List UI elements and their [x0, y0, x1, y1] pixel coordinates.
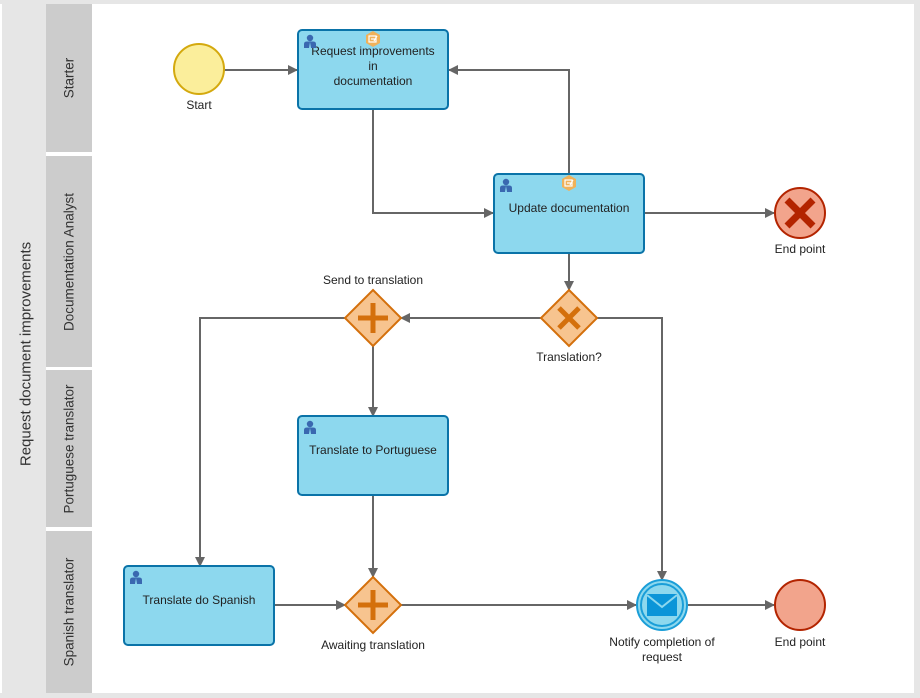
translation-gateway-label: Translation?: [536, 350, 602, 364]
flow-gateway-to-notify[interactable]: [597, 317, 667, 581]
send-gateway-label: Send to translation: [322, 273, 424, 287]
user-icon: [500, 178, 512, 192]
task-label: Update documentation: [508, 201, 630, 215]
user-icon: [304, 34, 316, 48]
end-event-label: End point: [774, 635, 826, 649]
task-label: Translate do Spanish: [142, 593, 256, 607]
task-request-improvements[interactable]: Request improvements in documentation: [297, 29, 449, 110]
notify-event-label: Notify completion of request: [609, 635, 715, 664]
error-end-event[interactable]: [774, 187, 826, 239]
error-end-event-label: End point: [774, 242, 826, 256]
exclusive-gateway-translation[interactable]: [539, 288, 599, 348]
start-event[interactable]: [173, 43, 225, 95]
task-translate-portuguese[interactable]: Translate to Portuguese: [297, 415, 449, 496]
start-event-label: Start: [186, 98, 212, 112]
envelope-icon: [646, 594, 678, 616]
user-icon: [130, 570, 142, 584]
flow-request-to-update[interactable]: [372, 109, 494, 218]
flow-update-to-request[interactable]: [448, 65, 570, 173]
task-translate-spanish[interactable]: Translate do Spanish: [123, 565, 275, 646]
task-label: Translate to Portuguese: [309, 443, 437, 457]
task-label: Request improvements in documentation: [311, 44, 435, 88]
user-icon: [304, 420, 316, 434]
message-throw-event[interactable]: [636, 579, 688, 631]
parallel-gateway-awaiting[interactable]: [343, 575, 403, 635]
end-event[interactable]: [774, 579, 826, 631]
form-icon: [366, 31, 380, 47]
awaiting-gateway-label: Awaiting translation: [321, 638, 425, 652]
parallel-gateway-send[interactable]: [343, 288, 403, 348]
task-update-documentation[interactable]: Update documentation: [493, 173, 645, 254]
bpmn-diagram: Request document improvements Starter Do…: [0, 0, 920, 698]
form-icon: [562, 175, 576, 191]
